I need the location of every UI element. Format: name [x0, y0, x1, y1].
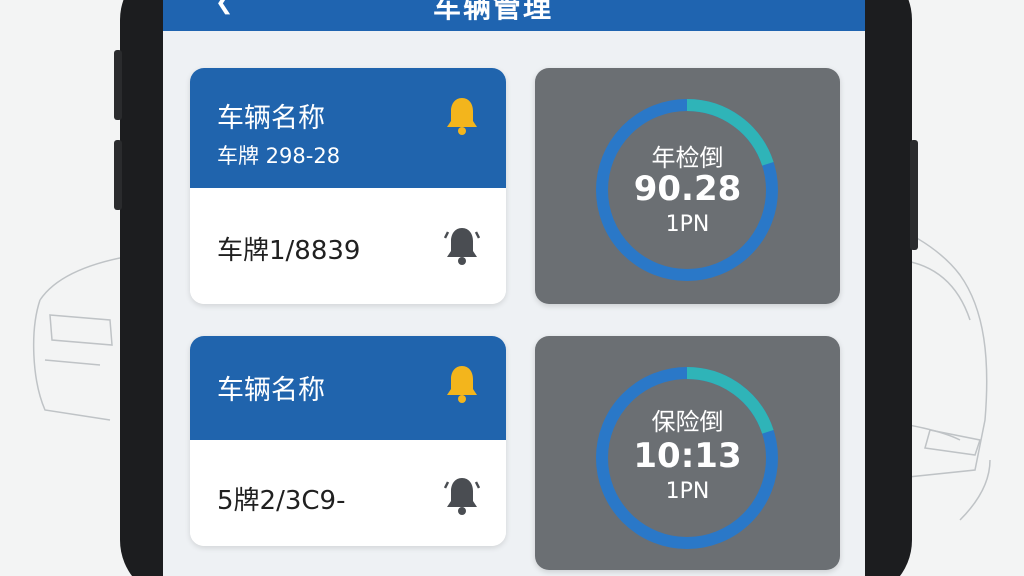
bell-icon[interactable]	[444, 476, 480, 516]
vehicle-card-header: 车辆名称 车牌 298-28	[190, 68, 506, 188]
vehicle-plate: 车牌 298-28	[217, 144, 341, 168]
gauge-title: 保险倒	[651, 408, 724, 436]
vehicle-card[interactable]: 车辆名称 5牌2/3C9-	[190, 336, 506, 546]
app-screen: ❮ 车辆管理 车辆名称 车牌 298-28 车牌1/8839 年检倒 90.28…	[163, 0, 865, 576]
app-header: ❮ 车辆管理	[163, 0, 865, 31]
bell-icon[interactable]	[444, 96, 480, 136]
page-title: 车辆管理	[433, 0, 554, 24]
vehicle-card-body: 5牌2/3C9-	[190, 440, 506, 546]
vehicle-card-body: 车牌1/8839	[190, 188, 506, 304]
gauge-value: 90.28	[633, 169, 742, 209]
gauge-unit: 1PN	[665, 212, 710, 237]
volume-button	[114, 50, 122, 120]
back-arrow-icon[interactable]: ❮	[215, 0, 233, 15]
insurance-gauge-card[interactable]: 保险倒 10:13 1PN	[535, 336, 840, 570]
power-button	[910, 140, 918, 250]
inspection-gauge-card[interactable]: 年检倒 90.28 1PN	[535, 68, 840, 304]
gauge-unit: 1PN	[665, 479, 710, 504]
vehicle-plate-secondary: 5牌2/3C9-	[217, 486, 346, 516]
bell-icon[interactable]	[444, 226, 480, 266]
vehicle-plate-secondary: 车牌1/8839	[217, 236, 361, 266]
volume-button	[114, 140, 122, 210]
gauge-title: 年检倒	[651, 144, 724, 172]
vehicle-card[interactable]: 车辆名称 车牌 298-28 车牌1/8839	[190, 68, 506, 304]
vehicle-name: 车辆名称	[217, 375, 325, 406]
vehicle-card-header: 车辆名称	[190, 336, 506, 440]
gauge-value: 10:13	[633, 436, 742, 476]
vehicle-name: 车辆名称	[217, 103, 325, 134]
bell-icon[interactable]	[444, 364, 480, 404]
